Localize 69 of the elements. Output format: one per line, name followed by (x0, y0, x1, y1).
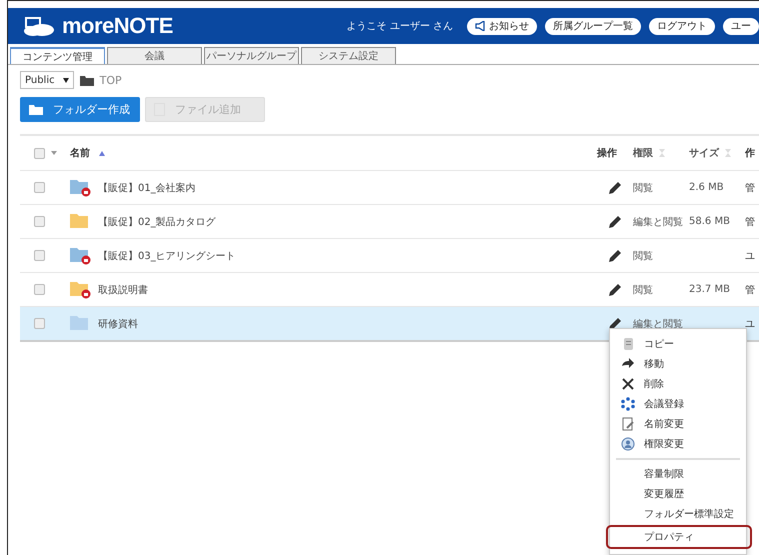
table-cell: 管 (745, 182, 755, 194)
row-checkbox[interactable] (34, 182, 45, 193)
folder-name[interactable]: 【販促】01_会社案内 (98, 180, 196, 194)
welcome-text: ようこそ ユーザー さん (346, 20, 453, 33)
folder-name[interactable]: 研修資料 (98, 316, 138, 330)
folder-icon (29, 104, 43, 115)
permission-text: 閲覧 (633, 250, 653, 262)
logo-text: moreNOTE (62, 13, 173, 39)
table-row[interactable]: 【販促】02_製品カタログ 編集と閲覧 58.6 MB 管 (20, 205, 759, 239)
table-cell: ユ (745, 250, 755, 262)
user-icon (621, 437, 635, 451)
tab[interactable]: システム設定 (301, 47, 396, 64)
table-cell: 管 (745, 284, 755, 296)
gear-icon (621, 397, 635, 411)
menu-item[interactable]: プロパティ (606, 525, 752, 549)
menu-item[interactable]: 容量制限 (610, 464, 746, 484)
table-cell: 管 (745, 216, 755, 228)
row-checkbox[interactable] (34, 318, 45, 329)
pencil-icon[interactable] (608, 282, 622, 296)
menu-item[interactable]: 移動 (610, 354, 746, 374)
copy-icon (621, 337, 635, 351)
menu-item[interactable]: 変更履歴 (610, 484, 746, 504)
tab[interactable]: コンテンツ管理 (10, 47, 105, 64)
size-text: 58.6 MB (689, 216, 730, 227)
arrow-icon (621, 357, 635, 371)
column-header[interactable]: 名前 (70, 146, 90, 160)
pencil-icon[interactable] (608, 180, 622, 194)
table-cell: ユ (745, 318, 755, 330)
pencil-icon[interactable] (608, 248, 622, 262)
menu-item[interactable]: 権限変更 (610, 434, 746, 454)
pencil-icon[interactable] (608, 316, 622, 330)
pencil-icon[interactable] (608, 214, 622, 228)
size-text: 23.7 MB (689, 284, 730, 295)
megaphone-icon (475, 21, 487, 31)
select-all-checkbox[interactable] (34, 148, 45, 158)
row-checkbox[interactable] (34, 250, 45, 261)
column-header[interactable]: 作 (745, 148, 755, 159)
table-row[interactable]: 【販促】01_会社案内 閲覧 2.6 MB 管 (20, 171, 759, 205)
menu-item[interactable]: 削除 (610, 374, 746, 394)
size-text: 2.6 MB (689, 182, 724, 193)
dropdown-caret-icon[interactable] (62, 78, 69, 82)
header-button[interactable]: ログアウト (649, 18, 715, 34)
folder-name[interactable]: 【販促】02_製品カタログ (98, 214, 216, 228)
header-button[interactable]: ユー (723, 18, 759, 34)
menu-item[interactable]: フォルダー標準設定 (610, 504, 746, 524)
edit-document-icon (621, 417, 635, 431)
menu-item[interactable]: 会議登録 (610, 394, 746, 414)
column-header[interactable]: サイズ (689, 146, 719, 160)
folder-name[interactable]: 【販促】03_ヒアリングシート (98, 248, 236, 262)
scope-dropdown[interactable]: Public (20, 71, 74, 89)
logo-icon (22, 15, 56, 37)
table-row[interactable]: 【販促】03_ヒアリングシート 閲覧 ユ (20, 239, 759, 273)
column-header[interactable]: 権限 (633, 146, 653, 160)
row-checkbox[interactable] (34, 216, 45, 227)
folder-name[interactable]: 取扱説明書 (98, 282, 148, 296)
menu-item[interactable]: 名前変更 (610, 414, 746, 434)
tab[interactable]: 会議 (107, 47, 202, 64)
column-header[interactable]: 操作 (597, 146, 617, 160)
close-icon (621, 377, 635, 391)
header-button[interactable]: お知らせ (467, 18, 537, 34)
create-folder-button[interactable]: フォルダー作成 (20, 97, 140, 122)
permission-text: 閲覧 (633, 284, 653, 296)
permission-text: 編集と閲覧 (633, 216, 683, 228)
breadcrumb-link[interactable]: TOP (100, 74, 122, 86)
permission-text: 閲覧 (633, 182, 653, 194)
folder-icon (80, 74, 94, 86)
row-checkbox[interactable] (34, 284, 45, 295)
header-button[interactable]: 所属グループ一覧 (545, 18, 641, 34)
tab[interactable]: パーソナルグループ (204, 47, 299, 64)
